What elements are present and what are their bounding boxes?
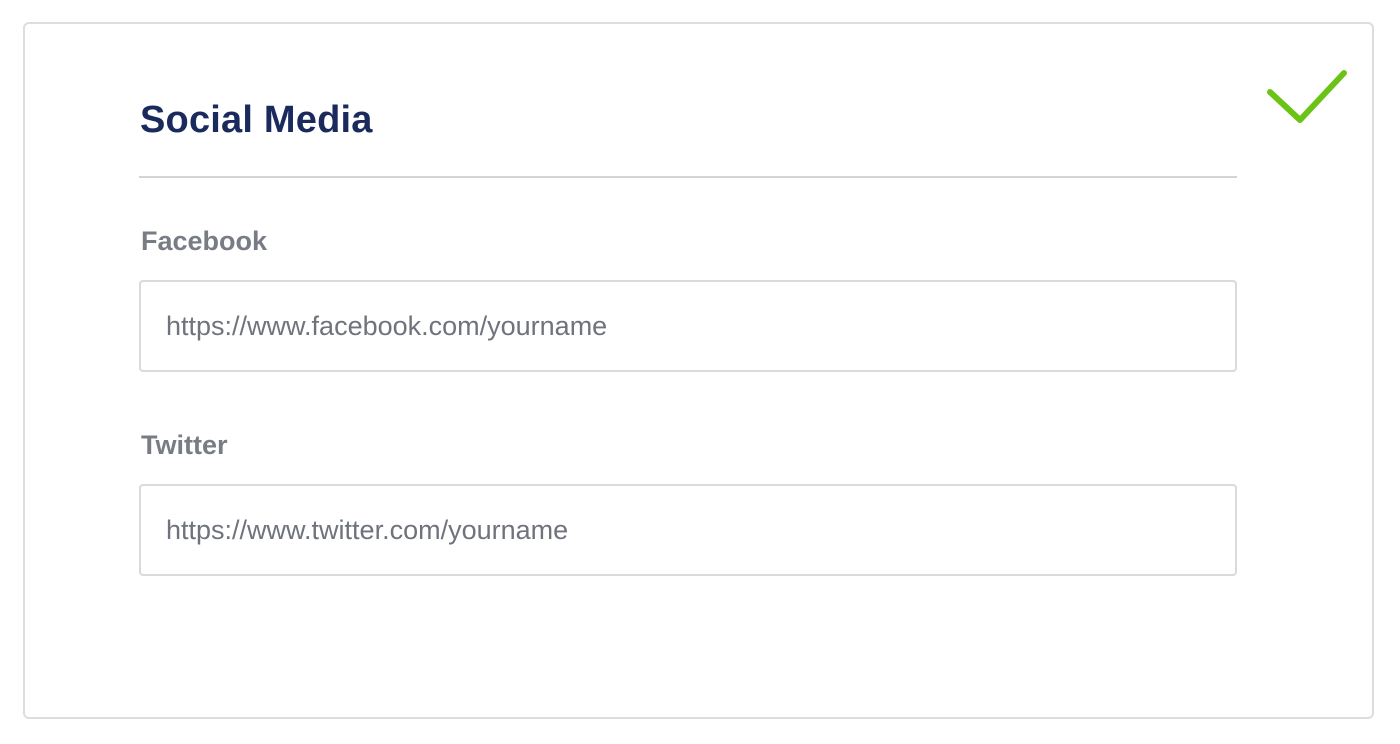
- section-divider: [139, 176, 1237, 178]
- twitter-label: Twitter: [141, 430, 228, 460]
- facebook-label: Facebook: [141, 226, 268, 256]
- checkmark-icon: [1267, 70, 1347, 123]
- section-title: Social Media: [140, 99, 373, 141]
- twitter-url-input[interactable]: [139, 484, 1237, 576]
- facebook-url-input[interactable]: [139, 280, 1237, 372]
